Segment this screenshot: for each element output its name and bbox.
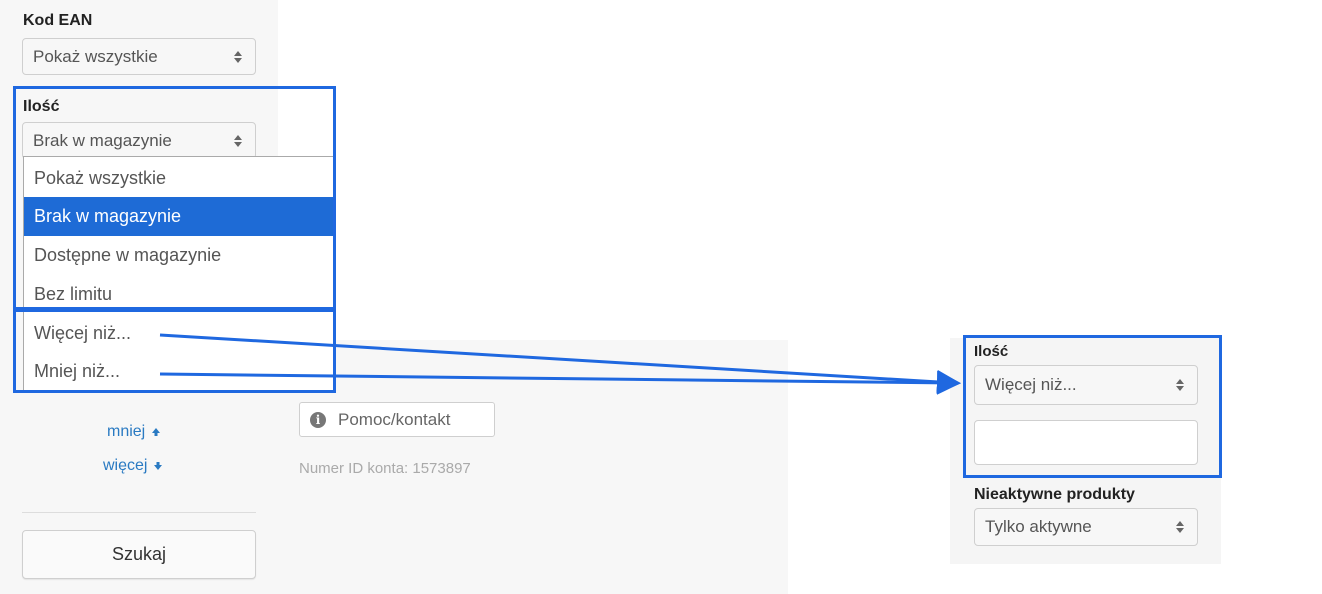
show-more-link[interactable]: więcej (103, 457, 163, 475)
select-arrows-icon (234, 50, 242, 63)
show-more-label: więcej (103, 457, 148, 474)
help-contact-label: Pomoc/kontakt (338, 409, 451, 429)
sidebar-divider (22, 512, 256, 513)
search-button[interactable]: Szukaj (22, 530, 256, 579)
help-contact-button[interactable]: i Pomoc/kontakt (299, 402, 495, 437)
ean-select[interactable]: Pokaż wszystkie (22, 38, 256, 75)
select-arrows-icon (1176, 379, 1184, 391)
arrow-down-icon (154, 462, 163, 470)
right-qty-select-value: Więcej niż... (985, 375, 1077, 394)
arrow-up-icon (152, 428, 161, 436)
ean-label: Kod EAN (23, 12, 93, 29)
info-icon: i (310, 411, 326, 428)
select-arrows-icon (1176, 521, 1184, 533)
ean-select-value: Pokaż wszystkie (33, 46, 158, 66)
highlight-qty-filter (13, 86, 336, 310)
account-id-text: Numer ID konta: 1573897 (299, 460, 471, 477)
show-less-label: mniej (107, 423, 146, 440)
inactive-products-select-value: Tylko aktywne (985, 517, 1092, 536)
inactive-products-label: Nieaktywne produkty (974, 486, 1135, 503)
right-qty-label: Ilość (974, 343, 1009, 360)
right-qty-select[interactable]: Więcej niż... (974, 365, 1198, 405)
inactive-products-select[interactable]: Tylko aktywne (974, 508, 1198, 546)
highlight-new-options (13, 309, 336, 393)
qty-value-input[interactable] (974, 420, 1198, 465)
show-less-link[interactable]: mniej (107, 423, 161, 441)
